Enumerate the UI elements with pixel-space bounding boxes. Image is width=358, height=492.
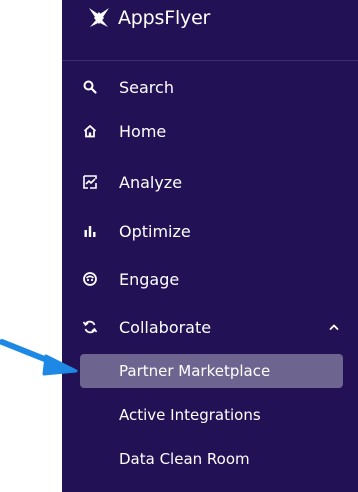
sidebar-divider <box>62 60 358 61</box>
sidebar-item-optimize[interactable]: Optimize <box>80 214 342 248</box>
sidebar: AppsFlyer Search Home Analyze Optimize E… <box>62 0 358 492</box>
home-icon <box>80 121 100 141</box>
sidebar-item-home[interactable]: Home <box>80 114 342 148</box>
sidebar-subitem-data-clean-room[interactable]: Data Clean Room <box>80 442 343 476</box>
sidebar-item-search[interactable]: Search <box>80 70 342 104</box>
optimize-icon <box>80 221 100 241</box>
analyze-icon <box>80 172 100 192</box>
brand-name: AppsFlyer <box>118 7 211 29</box>
screenshot-stage: AppsFlyer Search Home Analyze Optimize E… <box>0 0 358 492</box>
sidebar-item-label: Engage <box>119 269 180 289</box>
sidebar-item-label: Analyze <box>119 172 183 192</box>
sidebar-item-engage[interactable]: Engage <box>80 262 342 296</box>
search-icon <box>80 77 100 97</box>
sidebar-item-label: Search <box>119 77 174 97</box>
sidebar-subitem-label: Active Integrations <box>119 406 261 424</box>
chevron-up-icon[interactable] <box>326 319 342 335</box>
brand-logo[interactable]: AppsFlyer <box>86 2 210 34</box>
annotation-arrow-icon <box>0 334 84 382</box>
sidebar-subitem-label: Partner Marketplace <box>119 362 271 380</box>
appsflyer-logo-icon <box>86 5 112 31</box>
sidebar-item-label: Home <box>119 121 167 141</box>
engage-icon <box>80 269 100 289</box>
sidebar-item-label: Collaborate <box>119 317 212 337</box>
sidebar-subitem-active-integrations[interactable]: Active Integrations <box>80 398 343 432</box>
sidebar-subitem-label: Data Clean Room <box>119 450 250 468</box>
sidebar-subitem-partner-marketplace[interactable]: Partner Marketplace <box>80 354 343 388</box>
sidebar-item-collaborate[interactable]: Collaborate <box>80 310 342 344</box>
sidebar-item-analyze[interactable]: Analyze <box>80 165 342 199</box>
sidebar-item-label: Optimize <box>119 221 191 241</box>
